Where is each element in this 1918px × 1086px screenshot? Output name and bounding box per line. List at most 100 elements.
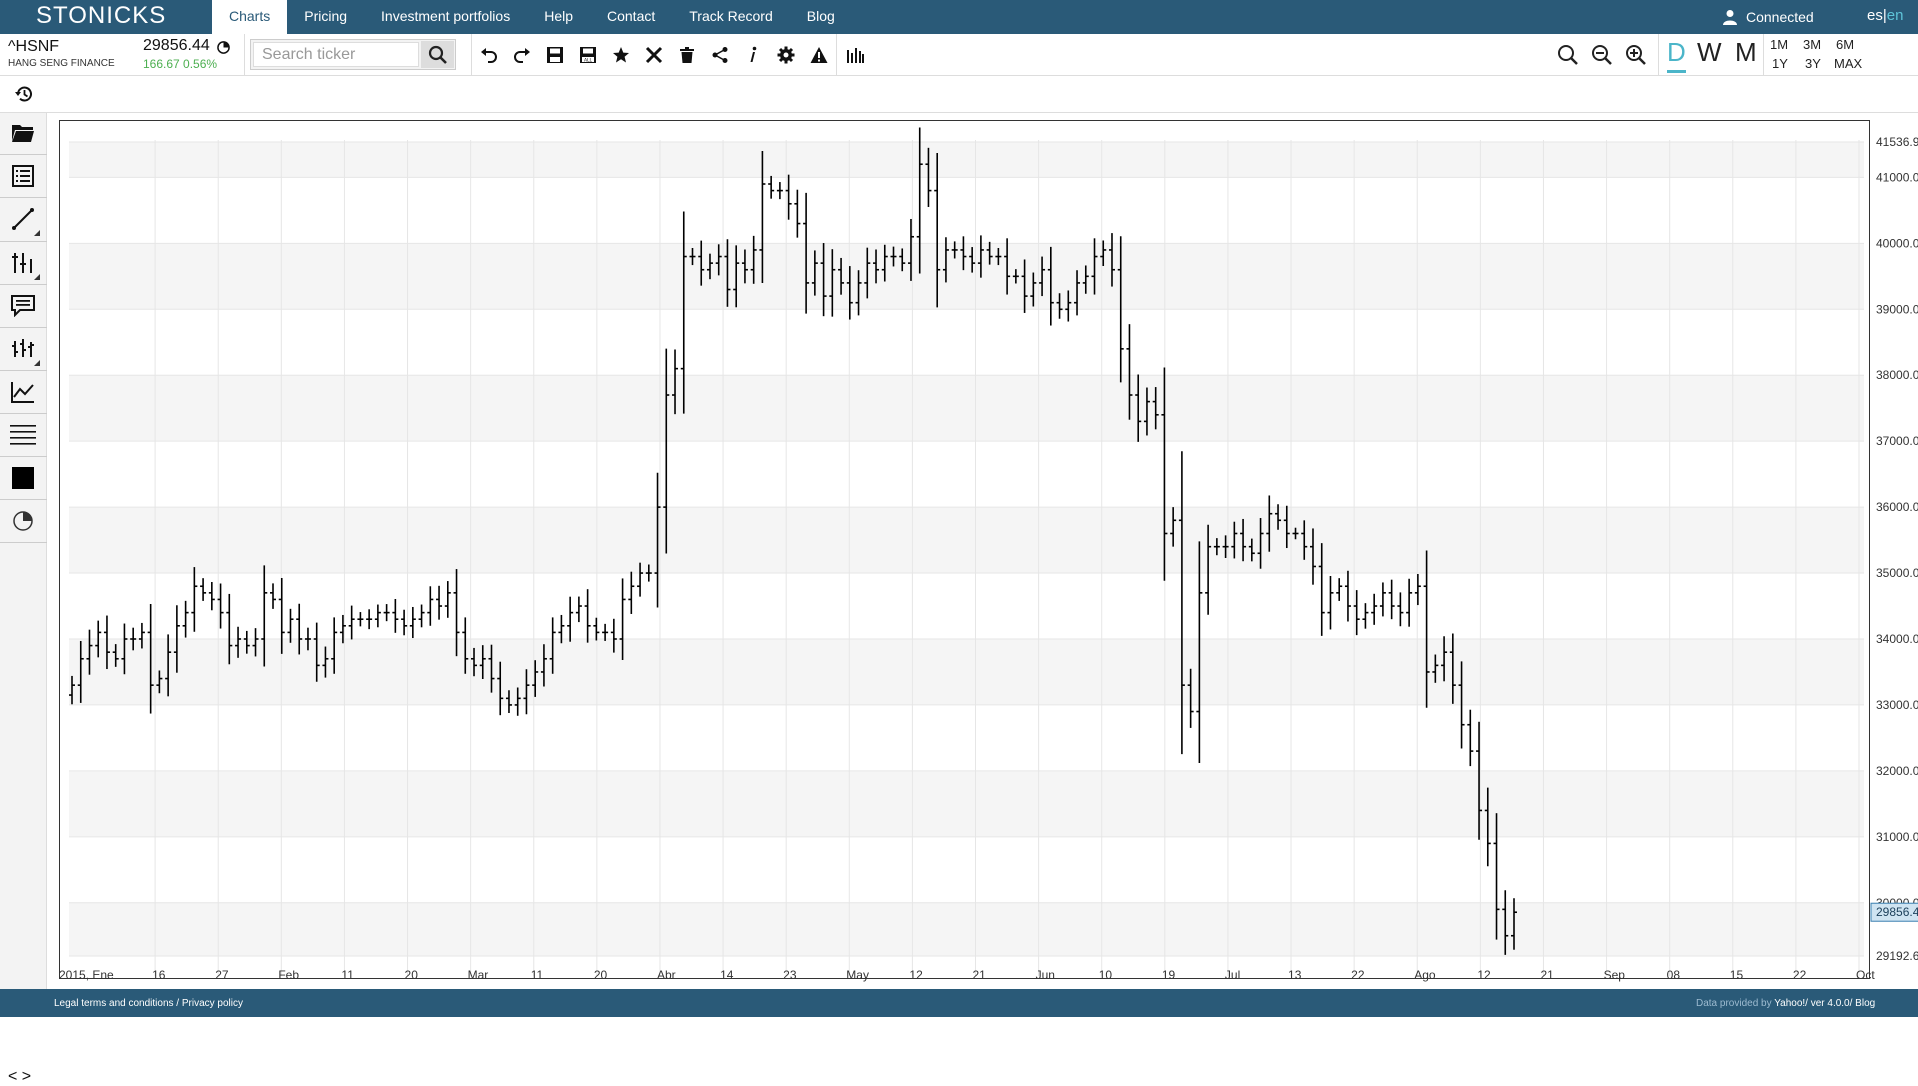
bars-tool-icon [12,339,34,357]
range-max[interactable]: MAX [1834,56,1862,71]
save-all-icon: ALL [580,47,596,64]
x-axis-label: 11 [531,968,544,982]
search-button[interactable] [421,41,454,68]
x-axis-label: Feb [278,968,299,982]
data-provider-brand[interactable]: Yahoo!/ ver 4.0.0/ Blog [1774,998,1875,1009]
indicator-button[interactable] [6,375,40,409]
range-6m[interactable]: 6M [1836,37,1854,52]
settings-button[interactable] [774,43,798,67]
ticker-symbol: ^HSNF [8,38,60,55]
zoom-in-icon [1626,45,1646,65]
zoom-search-button[interactable] [1556,43,1580,67]
sidebar-toggle[interactable]: < > [8,1068,31,1086]
search-icon [428,45,447,64]
toolbar-divider [244,34,245,76]
save-all-button[interactable]: ALL [576,43,600,67]
nav-link-blog[interactable]: Blog [790,0,852,34]
data-provider-prefix: Data provided by [1696,998,1775,1009]
volume-button[interactable] [843,43,867,67]
lang-es[interactable]: es [1867,7,1883,24]
toolbar: ^HSNF HANG SENG FINANCE 29856.44 166.67 … [0,34,1918,76]
x-axis-label: 12 [909,968,923,982]
drawing-toolbar: < > [0,113,47,1085]
color-square-icon [12,467,34,489]
warning-button[interactable] [807,43,831,67]
pie-clock-icon[interactable] [217,41,230,54]
period-weekly[interactable]: W [1697,37,1722,68]
y-axis-label: 34000.00 [1876,632,1918,646]
x-axis-label: 23 [783,968,797,982]
y-axis-label: 33000.00 [1876,698,1918,712]
range-1m[interactable]: 1M [1770,37,1788,52]
pie-button[interactable] [6,504,40,538]
x-axis-label: 22 [1793,968,1807,982]
range-1y[interactable]: 1Y [1772,56,1788,71]
nav-link-investment-portfolios[interactable]: Investment portfolios [364,0,527,34]
y-axis-label-bottom: 29192.62 [1876,949,1918,963]
x-axis-label: 14 [720,968,734,982]
horizontal-lines-button[interactable] [6,418,40,452]
y-axis-label: 40000.00 [1876,236,1918,250]
ticker-price: 29856.44 [143,37,210,54]
pie-icon [13,511,33,531]
line-tool-button[interactable] [6,202,40,236]
x-axis-label: 2015, Ene [59,968,114,982]
folder-icon [12,125,34,142]
nav-link-track-record[interactable]: Track Record [672,0,790,34]
logo[interactable]: STONICKS [36,2,166,30]
nav-link-help[interactable]: Help [527,0,590,34]
zoom-in-button[interactable] [1624,43,1648,67]
horizontal-lines-icon [10,425,36,445]
x-axis-label: 11 [341,968,354,982]
history-button[interactable] [12,82,36,106]
range-3y[interactable]: 3Y [1805,56,1821,71]
price-chart[interactable]: 2015, Ene 16 27 Feb 11 20 Mar 11 20 Abr 14 23 May 12 2… [59,120,1918,989]
search-icon [1558,45,1578,65]
undo-button[interactable] [477,43,501,67]
period-daily[interactable]: D [1667,37,1686,73]
undo-icon [481,48,497,63]
comment-tool-button[interactable] [6,289,40,323]
nav-link-pricing[interactable]: Pricing [287,0,364,34]
lang-en[interactable]: en [1887,7,1904,24]
nav-link-charts[interactable]: Charts [212,0,288,34]
zoom-out-button[interactable] [1590,43,1614,67]
search-input[interactable] [253,42,419,67]
delete-button[interactable] [675,43,699,67]
list-button[interactable] [6,159,40,193]
period-monthly[interactable]: M [1735,37,1757,68]
x-axis-label: Ago [1414,968,1436,982]
toolbar-divider [1658,34,1659,76]
share-button[interactable] [708,43,732,67]
x-axis-label: 08 [1667,968,1681,982]
connection-status[interactable]: Connected [1722,0,1814,34]
info-button[interactable] [741,43,765,67]
redo-button[interactable] [510,43,534,67]
trash-icon [680,47,694,63]
submenu-indicator [34,360,40,366]
toolbar-divider [836,34,837,76]
range-3m[interactable]: 3M [1803,37,1821,52]
y-axis-label: 41000.00 [1876,170,1918,184]
y-axis-label: 38000.00 [1876,368,1918,382]
legal-link[interactable]: Legal terms and conditions / Privacy pol… [54,998,243,1009]
x-axis-label: Jun [1036,968,1055,982]
y-axis-label-top: 41536.94 [1876,135,1918,149]
x-axis-label: Jul [1225,968,1240,982]
nav-link-contact[interactable]: Contact [590,0,672,34]
history-icon [15,86,32,102]
bars-tool-button[interactable] [6,332,40,366]
favorite-button[interactable] [609,43,633,67]
close-button[interactable] [642,43,666,67]
x-axis-label: 27 [215,968,229,982]
user-icon [1723,10,1737,25]
open-folder-button[interactable] [6,116,40,150]
color-button[interactable] [6,461,40,495]
y-axis-label: 35000.00 [1876,566,1918,580]
fork-tool-icon [12,253,32,273]
save-button[interactable] [543,43,567,67]
fork-tool-button[interactable] [6,246,40,280]
y-axis-label: 36000.00 [1876,500,1918,514]
x-axis-label: 10 [1099,968,1113,982]
x-axis-label: 12 [1477,968,1491,982]
